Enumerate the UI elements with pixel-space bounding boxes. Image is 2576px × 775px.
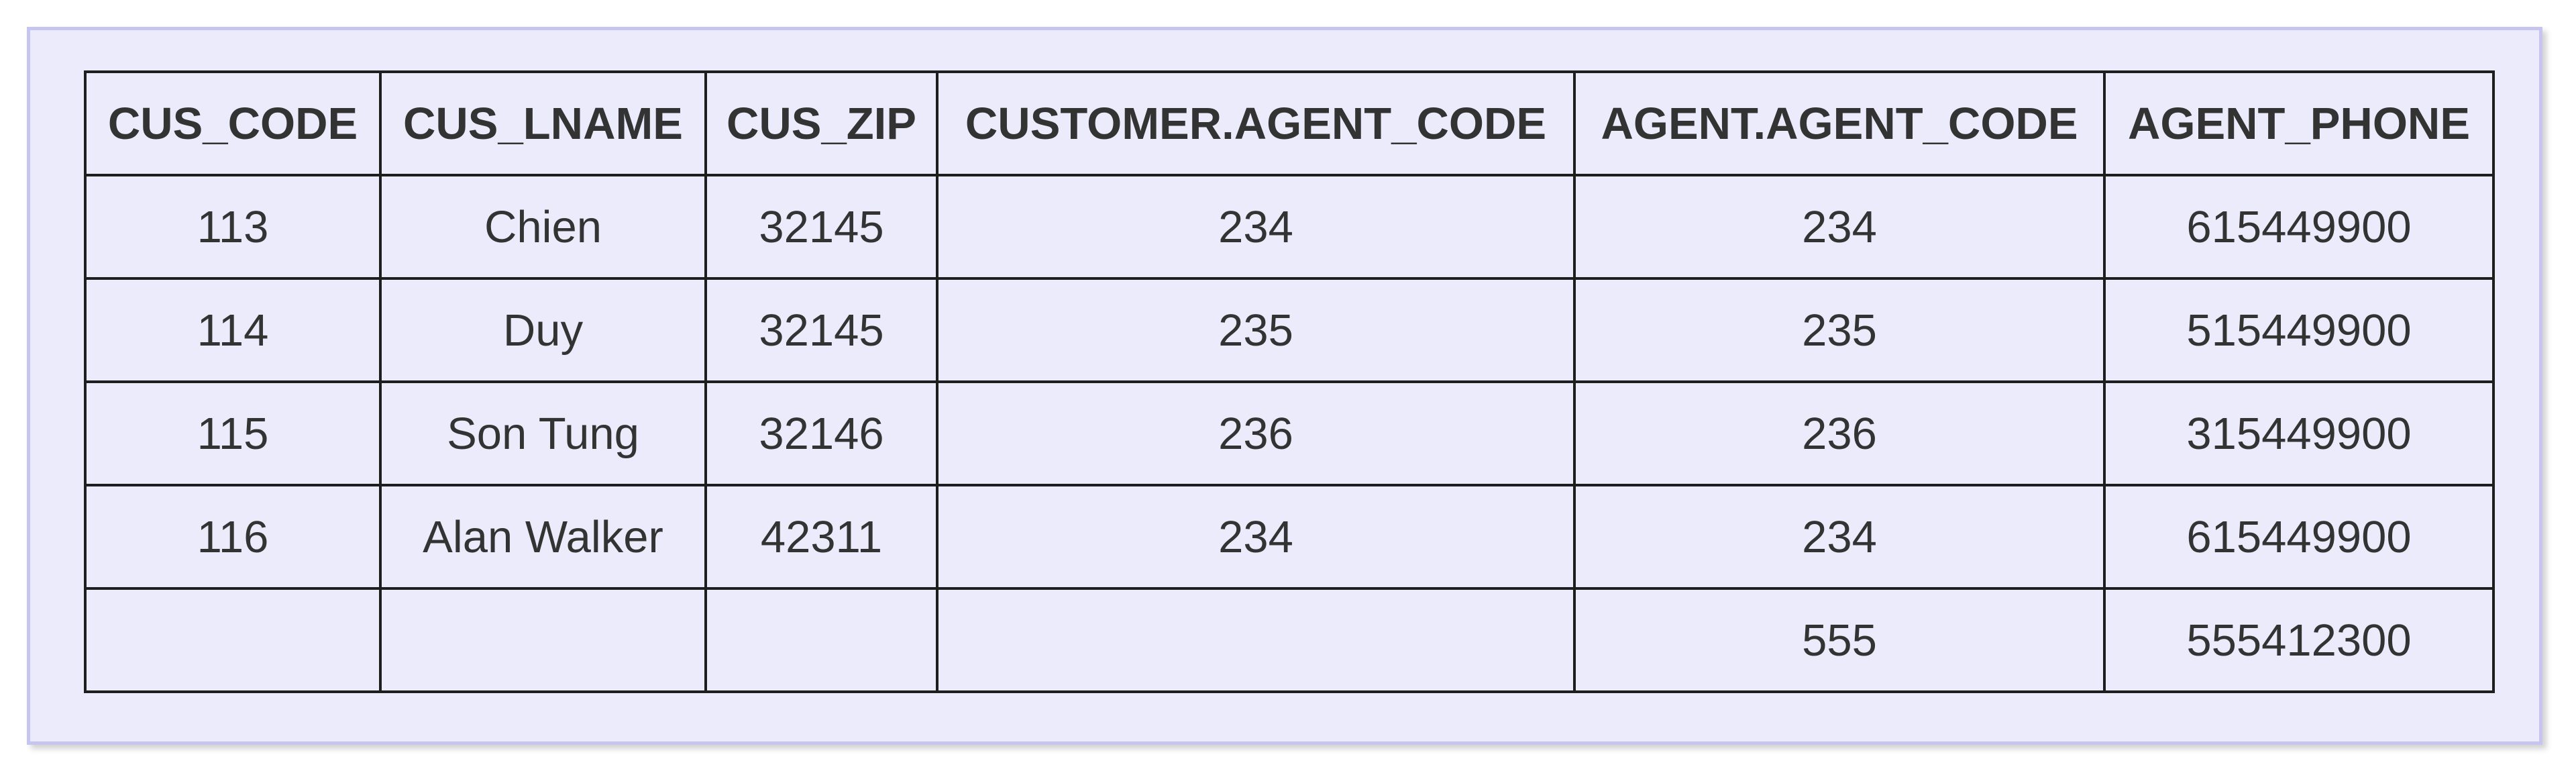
table-row: 114 Duy 32145 235 235 515449900 <box>84 277 2495 383</box>
cell-customer-agent-code: 234 <box>936 174 1576 280</box>
cell-agent-agent-code: 555 <box>1573 587 2106 693</box>
cell-agent-agent-code: 234 <box>1573 174 2106 280</box>
cell-cus-zip: 32146 <box>704 380 938 486</box>
column-header-cus-lname: CUS_LNAME <box>379 70 707 176</box>
cell-cus-lname: Chien <box>379 174 707 280</box>
cell-customer-agent-code: 235 <box>936 277 1576 383</box>
cell-cus-lname: Duy <box>379 277 707 383</box>
cell-cus-code: 113 <box>84 174 382 280</box>
table-row: 115 Son Tung 32146 236 236 315449900 <box>84 380 2495 486</box>
cell-cus-lname: Son Tung <box>379 380 707 486</box>
column-header-agent-agent-code: AGENT.AGENT_CODE <box>1573 70 2106 176</box>
column-header-agent-phone: AGENT_PHONE <box>2103 70 2495 176</box>
column-header-cus-zip: CUS_ZIP <box>704 70 938 176</box>
cell-agent-phone: 315449900 <box>2103 380 2495 486</box>
cell-cus-zip <box>704 587 938 693</box>
cell-cus-lname: Alan Walker <box>379 484 707 590</box>
table-body: 113 Chien 32145 234 234 615449900 114 Du… <box>84 174 2495 693</box>
cell-cus-code: 114 <box>84 277 382 383</box>
cell-cus-code: 116 <box>84 484 382 590</box>
table-row: 116 Alan Walker 42311 234 234 615449900 <box>84 484 2495 590</box>
header-row: CUS_CODE CUS_LNAME CUS_ZIP CUSTOMER.AGEN… <box>84 70 2495 176</box>
cell-agent-phone: 515449900 <box>2103 277 2495 383</box>
cell-agent-agent-code: 234 <box>1573 484 2106 590</box>
table-panel: CUS_CODE CUS_LNAME CUS_ZIP CUSTOMER.AGEN… <box>27 27 2542 745</box>
column-header-cus-code: CUS_CODE <box>84 70 382 176</box>
cell-cus-lname <box>379 587 707 693</box>
join-result-table: CUS_CODE CUS_LNAME CUS_ZIP CUSTOMER.AGEN… <box>84 70 2495 693</box>
column-header-customer-agent-code: CUSTOMER.AGENT_CODE <box>936 70 1576 176</box>
cell-customer-agent-code: 236 <box>936 380 1576 486</box>
cell-agent-phone: 555412300 <box>2103 587 2495 693</box>
cell-customer-agent-code <box>936 587 1576 693</box>
cell-cus-zip: 32145 <box>704 277 938 383</box>
cell-agent-phone: 615449900 <box>2103 484 2495 590</box>
cell-cus-code: 115 <box>84 380 382 486</box>
table-row: 555 555412300 <box>84 587 2495 693</box>
cell-agent-agent-code: 235 <box>1573 277 2106 383</box>
cell-agent-phone: 615449900 <box>2103 174 2495 280</box>
cell-customer-agent-code: 234 <box>936 484 1576 590</box>
table-row: 113 Chien 32145 234 234 615449900 <box>84 174 2495 280</box>
cell-cus-code <box>84 587 382 693</box>
cell-cus-zip: 42311 <box>704 484 938 590</box>
cell-cus-zip: 32145 <box>704 174 938 280</box>
table-header: CUS_CODE CUS_LNAME CUS_ZIP CUSTOMER.AGEN… <box>84 70 2495 176</box>
cell-agent-agent-code: 236 <box>1573 380 2106 486</box>
